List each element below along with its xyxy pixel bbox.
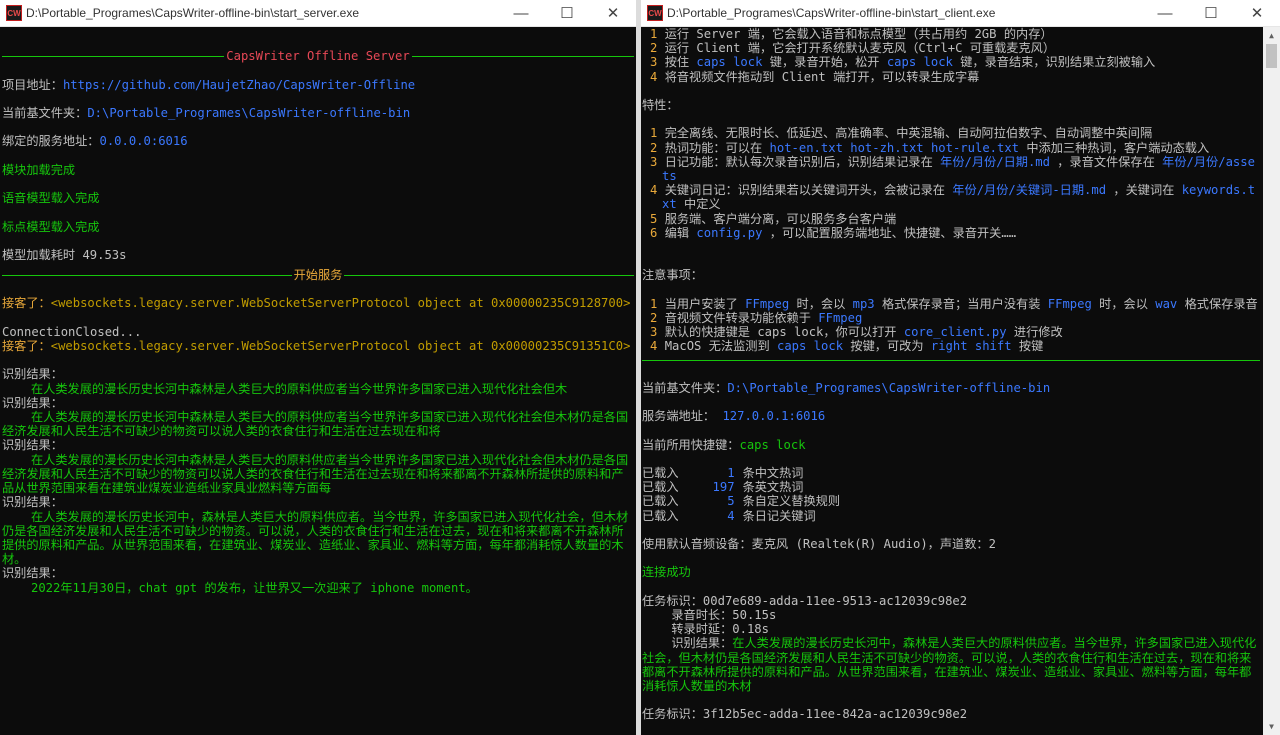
scroll-up-arrow-icon[interactable]: ▲ bbox=[1263, 27, 1280, 44]
feature-item: 6 编辑 config.py ，可以配置服务端地址、快捷键、录音开关…… bbox=[650, 225, 1017, 240]
feature-item: 1 完全离线、无限时长、低延迟、高准确率、中英混输、自动阿拉伯数字、自动调整中英… bbox=[650, 126, 1153, 141]
project-line: 项目地址：https://github.com/HaujetZhao/CapsW… bbox=[2, 77, 416, 92]
feature-item: 3 日记功能：默认每次录音识别后，识别结果记录在 年份/月份/日期.md ，录音… bbox=[650, 154, 1255, 183]
guest-line-2: 接客了：<websockets.legacy.server.WebSocketS… bbox=[2, 339, 631, 354]
usage-step: 4 将音视频文件拖动到 Client 端打开，可以转录生成字幕 bbox=[650, 69, 980, 84]
client-window-title: D:\Portable_Programes\CapsWriter-offline… bbox=[667, 6, 996, 20]
connection-success: 连接成功 bbox=[642, 565, 691, 580]
result-text: 在人类发展的漫长历史长河中，森林是人类巨大的原料供应者。当今世界，许多国家已进入… bbox=[2, 509, 629, 567]
scroll-thumb[interactable] bbox=[1266, 44, 1277, 68]
speech-model-loaded: 语音模型载入完成 bbox=[2, 191, 100, 206]
module-loaded: 模块加载完成 bbox=[2, 162, 76, 177]
app-icon: CW bbox=[6, 5, 22, 21]
result-block-2: 识别结果： 在人类发展的漫长历史长河中森林是人类巨大的原料供应者当今世界许多国家已… bbox=[2, 396, 634, 439]
feature-item: 4 关键词日记：识别结果若以关键词开头，会被记录在 年份/月份/关键词-日期.m… bbox=[650, 183, 1256, 212]
app-icon: CW bbox=[647, 5, 663, 21]
usage-step: 3 按住 caps lock 键，录音开始，松开 caps lock 键，录音结… bbox=[650, 55, 1156, 70]
connection-closed: ConnectionClosed... bbox=[2, 324, 142, 339]
project-url[interactable]: https://github.com/HaujetZhao/CapsWriter… bbox=[63, 78, 415, 92]
result-text: 在人类发展的漫长历史长河中森林是人类巨大的原料供应者当今世界许多国家已进入现代化… bbox=[31, 381, 568, 396]
loaded-hotwords: 已载入 1 条中文热词 已载入 197 条英文热词 已载入 5 条自定义替换规则 已载入 4 条日记关… bbox=[642, 466, 1260, 523]
client-console-window[interactable]: CW D:\Portable_Programes\CapsWriter-offl… bbox=[641, 0, 1280, 735]
server-console-window[interactable]: CW D:\Portable_Programes\CapsWriter-offl… bbox=[0, 0, 636, 735]
dir-line: 当前基文件夹：D:\Portable_Programes\CapsWriter-… bbox=[2, 105, 411, 120]
client-title-bar[interactable]: CW D:\Portable_Programes\CapsWriter-offl… bbox=[641, 0, 1280, 27]
audio-device-line: 使用默认音频设备：麦克风 (Realtek(R) Audio)，声道数：2 bbox=[642, 536, 996, 551]
result-block-4: 识别结果： 在人类发展的漫长历史长河中，森林是人类巨大的原料供应者。当今世界，许多… bbox=[2, 495, 634, 566]
server-header-title: CapsWriter Offline Server bbox=[226, 49, 410, 64]
client-scrollbar[interactable]: ▲ ▼ bbox=[1263, 27, 1280, 735]
note-item: 4 MacOS 无法监测到 caps lock 按键，可改为 right shi… bbox=[650, 339, 1044, 354]
close-button[interactable]: ✕ bbox=[590, 0, 636, 26]
result-block-3: 识别结果： 在人类发展的漫长历史长河中森林是人类巨大的原料供应者当今世界许多国家已… bbox=[2, 438, 634, 495]
result-text: 在人类发展的漫长历史长河中森林是人类巨大的原料供应者当今世界许多国家已进入现代化… bbox=[2, 452, 629, 496]
guest-line-1: 接客了：<websockets.legacy.server.WebSocketS… bbox=[2, 296, 631, 311]
client-dir-line: 当前基文件夹：D:\Portable_Programes\CapsWriter-… bbox=[642, 380, 1051, 395]
result-text: 在人类发展的漫长历史长河中森林是人类巨大的原料供应者当今世界许多国家已进入现代化… bbox=[2, 410, 629, 439]
minimize-button[interactable]: — bbox=[498, 0, 544, 26]
punc-model-loaded: 标点模型载入完成 bbox=[2, 219, 100, 234]
usage-step: 2 运行 Client 端，它会打开系统默认麦克风（Ctrl+C 可重载麦克风） bbox=[650, 41, 1056, 56]
task-id: 任务标识：00d7e689-adda-11ee-9513-ac12039c98e… bbox=[642, 593, 968, 608]
minimize-button[interactable]: — bbox=[1142, 0, 1188, 26]
maximize-button[interactable]: ☐ bbox=[544, 0, 590, 26]
load-time: 模型加载耗时 49.53s bbox=[2, 247, 127, 262]
bind-value: 0.0.0.0:6016 bbox=[99, 134, 188, 149]
server-window-title: D:\Portable_Programes\CapsWriter-offline… bbox=[26, 6, 360, 20]
start-service-label: 开始服务 bbox=[293, 268, 343, 283]
start-service-rule: 开始服务 bbox=[2, 268, 634, 282]
hotkey-line: 当前所用快捷键：caps lock bbox=[642, 437, 806, 452]
notes-list: 1 当用户安装了 FFmpeg 时，会以 mp3 格式保存录音；当用户没有装 F… bbox=[642, 297, 1260, 354]
features-title: 特性： bbox=[642, 98, 679, 112]
loaded-item: 已载入 197 条英文热词 bbox=[642, 480, 804, 495]
loaded-item: 已载入 4 条日记关键词 bbox=[642, 508, 816, 523]
features-list: 1 完全离线、无限时长、低延迟、高准确率、中英混输、自动阿拉伯数字、自动调整中英… bbox=[642, 126, 1260, 240]
notes-title: 注意事项： bbox=[642, 268, 703, 283]
task-id: 任务标识：3f12b5ec-adda-11ee-842a-ac12039c98e… bbox=[642, 707, 968, 722]
close-button[interactable]: ✕ bbox=[1234, 0, 1280, 26]
result-text: 2022年11月30日，chat gpt 的发布，让世界又一次迎来了 iphon… bbox=[31, 580, 478, 595]
loaded-item: 已载入 1 条中文热词 bbox=[642, 465, 804, 480]
note-item: 2 音视频文件转录功能依赖于 FFmpeg bbox=[650, 310, 863, 325]
feature-item: 5 服务端、客户端分离，可以服务多台客户端 bbox=[650, 211, 897, 226]
server-console-output[interactable]: CapsWriter Offline Server 项目地址：https://g… bbox=[0, 27, 636, 735]
maximize-button[interactable]: ☐ bbox=[1188, 0, 1234, 26]
dir-value: D:\Portable_Programes\CapsWriter-offline… bbox=[87, 105, 411, 120]
feature-item: 2 热词功能：可以在 hot-en.txt hot-zh.txt hot-rul… bbox=[650, 140, 1210, 155]
bind-line: 绑定的服务地址：0.0.0.0:6016 bbox=[2, 134, 188, 149]
scroll-down-arrow-icon[interactable]: ▼ bbox=[1263, 718, 1280, 735]
loaded-item: 已载入 5 条自定义替换规则 bbox=[642, 494, 841, 509]
server-title-bar[interactable]: CW D:\Portable_Programes\CapsWriter-offl… bbox=[0, 0, 636, 27]
note-item: 1 当用户安装了 FFmpeg 时，会以 mp3 格式保存录音；当用户没有装 F… bbox=[650, 296, 1258, 311]
client-console-output[interactable]: 1 运行 Server 端，它会载入语音和标点模型（共占用约 2GB 的内存） 2… bbox=[641, 27, 1262, 735]
result-block-1: 识别结果： 在人类发展的漫长历史长河中森林是人类巨大的原料供应者当今世界许多国家已… bbox=[2, 367, 634, 395]
note-item: 3 默认的快捷键是 caps lock，你可以打开 core_client.py… bbox=[650, 325, 1063, 340]
server-address-line: 服务端地址： 127.0.0.1:6016 bbox=[642, 409, 826, 424]
task-delay: 转录时延：0.18s bbox=[642, 622, 769, 637]
task-duration: 录音时长：50.15s bbox=[642, 607, 777, 622]
server-header-rule: CapsWriter Offline Server bbox=[2, 49, 634, 63]
result-block-5: 识别结果： 2022年11月30日，chat gpt 的发布，让世界又一次迎来了 … bbox=[2, 566, 634, 594]
usage-step: 1 运行 Server 端，它会载入语音和标点模型（共占用约 2GB 的内存） bbox=[650, 27, 1053, 41]
separator-rule bbox=[642, 359, 1260, 361]
usage-steps: 1 运行 Server 端，它会载入语音和标点模型（共占用约 2GB 的内存） 2… bbox=[642, 27, 1260, 84]
task-result: 识别结果：在人类发展的漫长历史长河中，森林是人类巨大的原料供应者。当今世界，许多… bbox=[642, 636, 1257, 693]
